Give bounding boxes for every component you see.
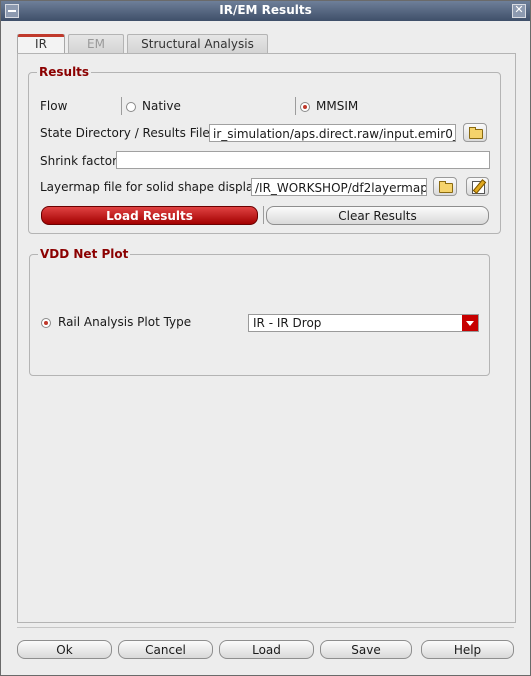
flow-separator [121, 97, 122, 115]
layermap-label: Layermap file for solid shape display [40, 180, 261, 194]
mmsim-radio[interactable] [300, 102, 310, 112]
shrink-factor-label: Shrink factor [40, 154, 118, 168]
browse-layermap-button[interactable] [433, 177, 457, 196]
window-title: IR/EM Results [219, 3, 312, 17]
state-directory-field[interactable]: ir_simulation/aps.direct.raw/input.emir0… [209, 124, 456, 142]
browse-state-directory-button[interactable] [463, 123, 487, 142]
ok-button[interactable]: Ok [17, 640, 112, 659]
native-radio-label[interactable]: Native [142, 99, 181, 113]
irem-results-window: IR/EM Results ✕ IR EM Structural Analysi… [0, 0, 531, 676]
plot-type-value: IR - IR Drop [253, 316, 322, 330]
title-bar[interactable]: IR/EM Results ✕ [1, 1, 530, 21]
state-directory-label: State Directory / Results File: [40, 126, 214, 140]
save-button[interactable]: Save [320, 640, 412, 659]
shrink-factor-field[interactable] [116, 151, 490, 169]
help-button[interactable]: Help [421, 640, 514, 659]
folder-icon [469, 127, 483, 139]
ir-tab-panel: Results Flow Native MMSIM State Director… [17, 53, 516, 623]
bottom-divider [17, 627, 514, 628]
load-clear-separator [263, 206, 264, 224]
flow-label: Flow [40, 99, 68, 113]
clear-results-button[interactable]: Clear Results [266, 206, 489, 225]
close-window-button[interactable]: ✕ [512, 3, 526, 18]
tab-ir[interactable]: IR [17, 34, 65, 55]
vdd-net-plot-legend: VDD Net Plot [40, 247, 129, 261]
load-button[interactable]: Load [219, 640, 314, 659]
cancel-button[interactable]: Cancel [118, 640, 213, 659]
vdd-net-plot-group: VDD Net Plot [29, 247, 490, 376]
flow-separator-2 [295, 97, 296, 115]
native-radio[interactable] [126, 102, 136, 112]
dropdown-arrow-icon[interactable] [462, 315, 478, 331]
mmsim-radio-label[interactable]: MMSIM [316, 99, 358, 113]
rail-analysis-radio[interactable] [41, 318, 51, 328]
edit-layermap-button[interactable] [466, 177, 489, 196]
folder-icon [439, 181, 453, 193]
rail-analysis-plot-type-label: Rail Analysis Plot Type [58, 315, 192, 329]
tab-structural-analysis[interactable]: Structural Analysis [127, 34, 268, 54]
plot-type-select[interactable]: IR - IR Drop [248, 314, 479, 332]
results-legend: Results [39, 65, 90, 79]
close-icon: ✕ [514, 3, 524, 16]
tab-em[interactable]: EM [68, 34, 124, 54]
layermap-field[interactable]: /IR_WORKSHOP/df2layermap [251, 178, 427, 196]
load-results-button[interactable]: Load Results [41, 206, 258, 225]
edit-icon [472, 181, 485, 194]
